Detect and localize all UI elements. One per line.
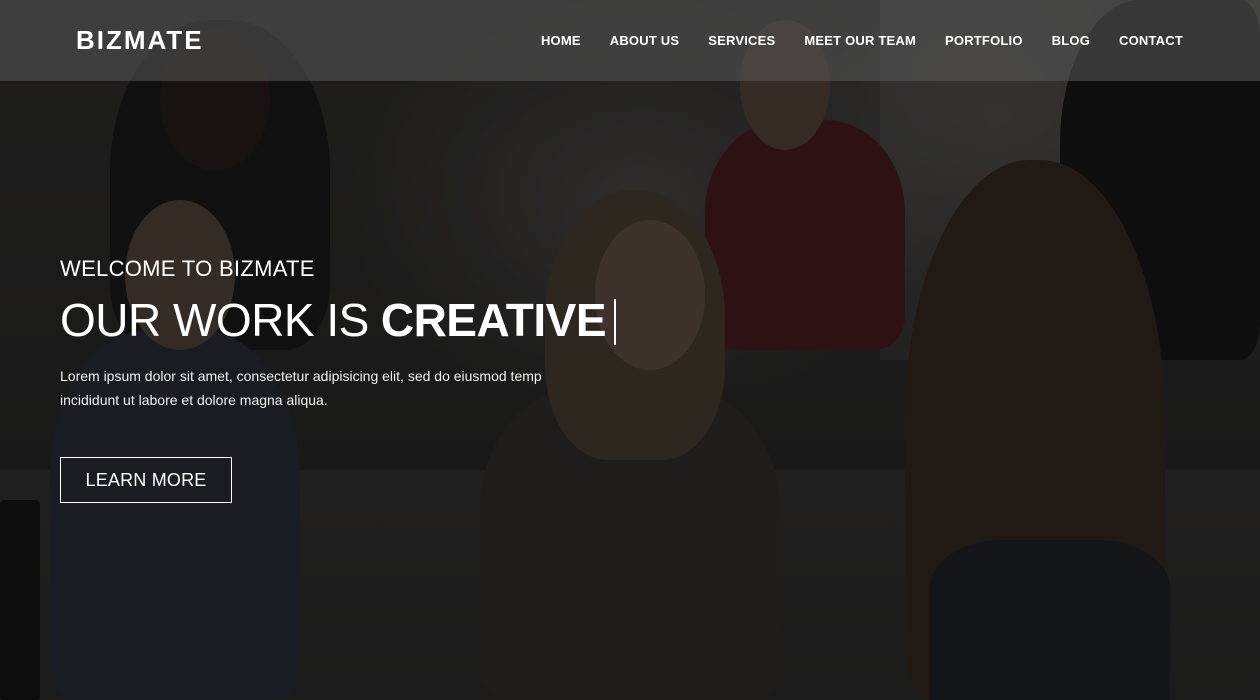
- nav-item-about: ABOUT US: [581, 33, 680, 48]
- nav-item-portfolio: PORTFOLIO: [916, 33, 1023, 48]
- top-navbar: BIZMATE HOME ABOUT US SERVICES MEET OUR …: [0, 0, 1260, 81]
- hero-content: WELCOME TO BIZMATE OUR WORK IS CREATIVE …: [60, 256, 680, 503]
- hero-welcome-text: WELCOME TO BIZMATE: [60, 256, 315, 281]
- nav-link-blog[interactable]: BLOG: [1052, 33, 1090, 48]
- hero-description: Lorem ipsum dolor sit amet, consectetur …: [60, 368, 542, 408]
- nav-link-meet-our-team[interactable]: MEET OUR TEAM: [804, 33, 916, 48]
- nav-item-blog: BLOG: [1023, 33, 1090, 48]
- brand-logo[interactable]: BIZMATE: [76, 25, 204, 56]
- main-nav: HOME ABOUT US SERVICES MEET OUR TEAM POR…: [512, 33, 1183, 48]
- headline-prefix: OUR WORK IS: [60, 294, 369, 346]
- learn-more-button[interactable]: LEARN MORE: [60, 457, 232, 503]
- nav-item-team: MEET OUR TEAM: [775, 33, 916, 48]
- nav-link-about-us[interactable]: ABOUT US: [610, 33, 680, 48]
- nav-item-contact: CONTACT: [1090, 33, 1183, 48]
- hero-headline: OUR WORK IS CREATIVE: [60, 292, 680, 348]
- nav-link-contact[interactable]: CONTACT: [1119, 33, 1183, 48]
- nav-link-services[interactable]: SERVICES: [708, 33, 775, 48]
- nav-link-home[interactable]: HOME: [541, 33, 581, 48]
- nav-item-services: SERVICES: [679, 33, 775, 48]
- hero-section: BIZMATE HOME ABOUT US SERVICES MEET OUR …: [0, 0, 1260, 700]
- nav-link-portfolio[interactable]: PORTFOLIO: [945, 33, 1023, 48]
- typing-cursor: [614, 299, 617, 345]
- headline-highlight: CREATIVE: [380, 294, 607, 346]
- nav-item-home: HOME: [512, 33, 581, 48]
